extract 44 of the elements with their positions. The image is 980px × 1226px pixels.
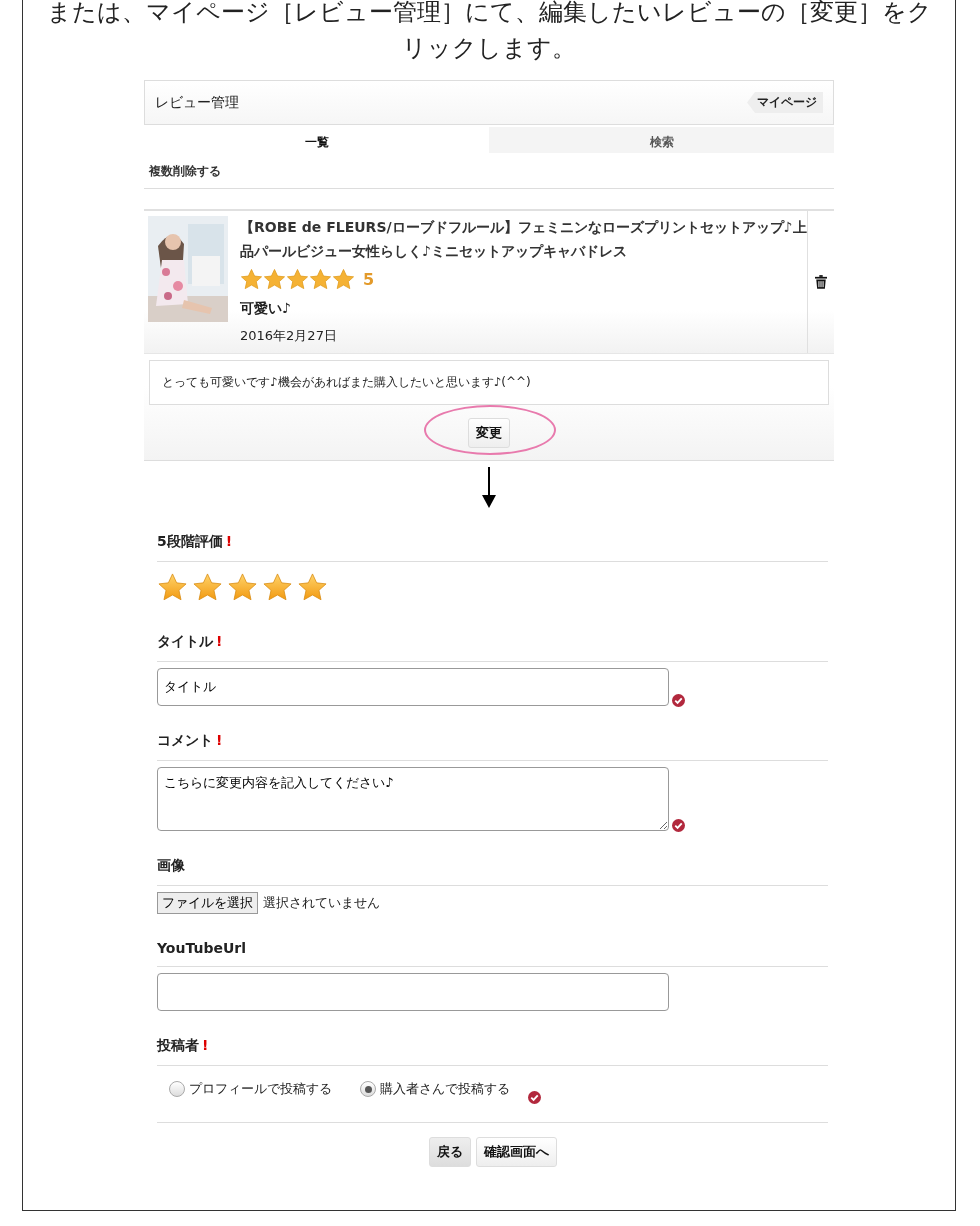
- edit-button[interactable]: 変更: [468, 417, 510, 448]
- radio-label[interactable]: プロフィールで投稿する: [189, 1080, 332, 1098]
- field-label: 投稿者: [157, 1037, 199, 1053]
- star-icon: [286, 267, 309, 291]
- star-icon[interactable]: [227, 572, 258, 603]
- field-label: 5段階評価: [157, 533, 223, 549]
- mypage-link[interactable]: マイページ: [747, 92, 823, 113]
- radio-button[interactable]: [360, 1081, 376, 1097]
- star-icon[interactable]: [192, 572, 223, 603]
- form-button[interactable]: 確認画面へ: [475, 1137, 557, 1167]
- text-field[interactable]: タイトル: [157, 668, 669, 706]
- star-icon[interactable]: [297, 572, 328, 603]
- radio-button[interactable]: [169, 1081, 185, 1097]
- choose-file-button[interactable]: ファイルを選択: [157, 892, 258, 914]
- field-label: コメント: [157, 732, 213, 748]
- file-status: 選択されていません: [263, 894, 380, 912]
- review-comment: とっても可愛いです♪機会があればまた購入したいと思います♪(^^): [149, 360, 829, 405]
- down-arrow: [481, 467, 497, 509]
- trash-icon[interactable]: [815, 275, 827, 289]
- radio-label[interactable]: 購入者さんで投稿する: [380, 1080, 510, 1098]
- instruction-text: または、マイページ［レビュー管理］にて、編集したいレビューの［変更］をクリックします。: [45, 0, 933, 60]
- required-mark: !: [216, 732, 223, 748]
- field-label: 画像: [157, 857, 185, 873]
- star-icon: [309, 267, 332, 291]
- form-button[interactable]: 戻る: [428, 1137, 471, 1167]
- star-icon: [240, 267, 263, 291]
- text-field[interactable]: [157, 973, 669, 1011]
- required-mark: !: [225, 533, 233, 549]
- rating-value: 5: [363, 269, 375, 289]
- star-icon: [332, 267, 355, 291]
- review-title: 可愛い♪: [240, 299, 292, 318]
- comment-field[interactable]: こちらに変更内容を記入してください♪: [157, 767, 669, 831]
- bulk-delete-link[interactable]: 複数削除する: [149, 164, 221, 178]
- field-label: YouTubeUrl: [157, 940, 246, 956]
- field-label: タイトル: [157, 633, 213, 649]
- star-icon: [263, 267, 286, 291]
- product-title: 【ROBE de FLEURS/ローブドフルール】フェミニンなローズプリントセットアップ♪上品パールビジュー女性らしく♪ミニセットアップキャバドレス: [240, 218, 807, 261]
- required-mark: !: [216, 633, 223, 649]
- tab[interactable]: 検索: [489, 127, 834, 153]
- review-date: 2016年2月27日: [240, 327, 338, 345]
- star-icon[interactable]: [157, 572, 188, 603]
- required-mark: !: [202, 1037, 209, 1053]
- page-title: レビュー管理: [155, 93, 239, 112]
- star-icon[interactable]: [262, 572, 293, 603]
